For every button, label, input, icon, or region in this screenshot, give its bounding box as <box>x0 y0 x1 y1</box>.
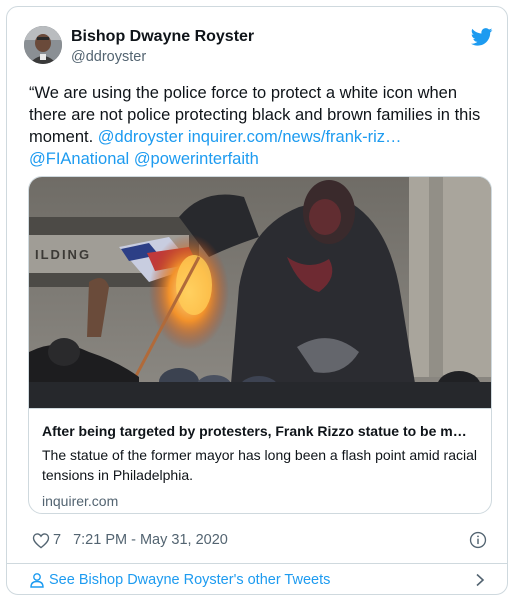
avatar[interactable] <box>24 26 62 64</box>
card-body: After being targeted by protesters, Fran… <box>29 408 491 510</box>
chevron-right-icon[interactable] <box>475 573 485 587</box>
author-display-name[interactable]: Bishop Dwayne Royster <box>71 27 254 47</box>
mention-link[interactable]: @ddroyster <box>98 128 184 146</box>
twitter-bird-icon[interactable] <box>471 28 493 46</box>
tweet-header: Bishop Dwayne Royster @ddroyster <box>24 24 493 72</box>
mention-link[interactable]: @powerinterfaith <box>134 150 259 168</box>
card-domain: inquirer.com <box>42 493 119 509</box>
other-tweets-label[interactable]: See Bishop Dwayne Royster's other Tweets <box>49 572 330 588</box>
tweet-timestamp[interactable]: 7:21 PM - May 31, 2020 <box>73 532 228 548</box>
card-description: The statue of the former mayor has long … <box>42 447 478 483</box>
building-sign-text: ILDING <box>35 247 91 262</box>
article-link[interactable]: inquirer.com/news/frank-riz… <box>188 128 402 146</box>
info-icon[interactable] <box>469 531 487 549</box>
heart-icon[interactable] <box>32 532 50 549</box>
like-count[interactable]: 7 <box>53 532 61 548</box>
mention-link[interactable]: @FIAnational <box>29 150 129 168</box>
person-icon <box>30 573 44 588</box>
tweet-text: “We are using the police force to protec… <box>29 82 499 170</box>
profile-photo-icon <box>24 26 62 64</box>
article-thumbnail-image[interactable]: ILDING <box>29 177 491 408</box>
link-preview-card[interactable]: ILDING After being targeted by protester… <box>28 176 492 514</box>
other-tweets-link[interactable]: See Bishop Dwayne Royster's other Tweets <box>7 564 507 594</box>
author-handle[interactable]: @ddroyster <box>71 48 254 66</box>
tweet-embed: Bishop Dwayne Royster @ddroyster “We are… <box>6 6 508 595</box>
tweet-meta: 7 7:21 PM - May 31, 2020 <box>32 526 493 554</box>
card-title[interactable]: After being targeted by protesters, Fran… <box>42 422 478 440</box>
